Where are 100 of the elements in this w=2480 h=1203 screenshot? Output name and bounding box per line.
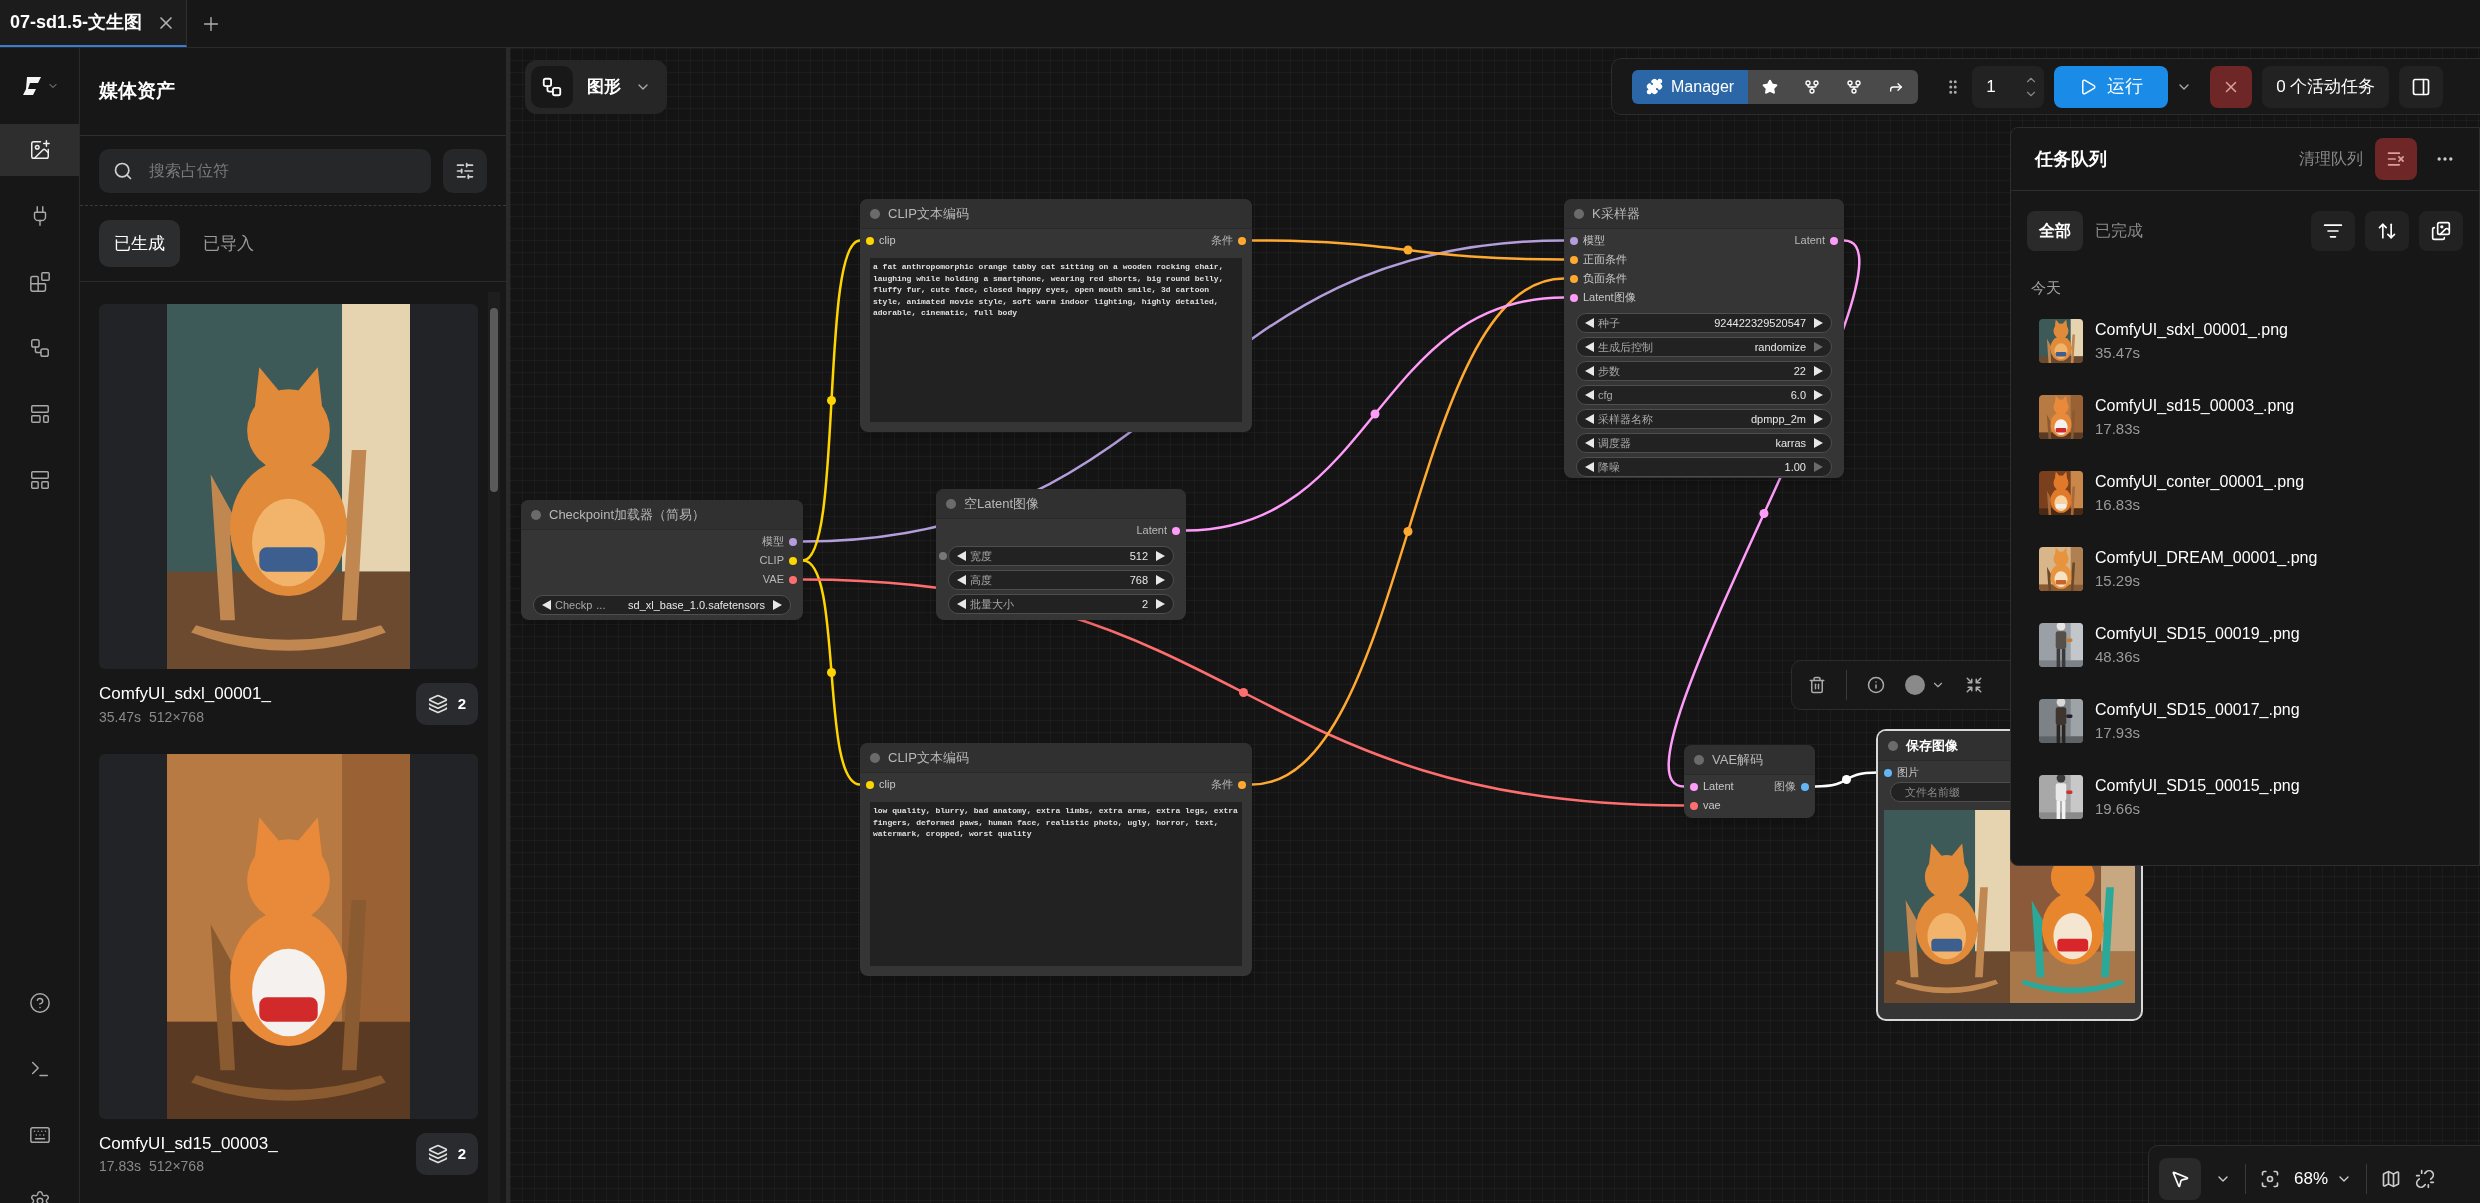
node-card[interactable]: 空Latent图像 Latent 宽度 512 高度 768 批量大小 2	[936, 489, 1186, 620]
node-card[interactable]: Checkpoint加载器（简易） 模型 CLIP VAE Checkp ... sd_xl_base_1.0.safetensors	[521, 500, 803, 620]
zoom-button[interactable]: 68%	[2294, 1158, 2353, 1200]
batch-count-field[interactable]: 1	[1972, 65, 2045, 108]
sort-button[interactable]	[2365, 211, 2409, 251]
panel-tab[interactable]: 已生成	[99, 220, 180, 267]
widget-socket-icon[interactable]	[939, 552, 947, 560]
node-card[interactable]: CLIP文本编码 clip 条件 low quality, blurry, bad anatomy, extra limbs, extra arms, extra legs, extra fingers, deformed paws, human face, realistic photo, ugly, horror, text, watermark, cropped, worst quality	[860, 743, 1252, 976]
manager-button[interactable]: Manager	[1632, 69, 1749, 104]
scrollbar[interactable]	[488, 292, 500, 1203]
node-header[interactable]: Checkpoint加载器（简易）	[521, 500, 803, 530]
trash-icon[interactable]	[1808, 676, 1826, 694]
panel-tab[interactable]: 已导入	[188, 220, 269, 267]
run-button[interactable]: 运行	[2054, 65, 2169, 108]
increment-arrow-icon[interactable]	[1814, 390, 1823, 400]
output-socket[interactable]	[1801, 782, 1809, 791]
info-icon[interactable]	[1867, 676, 1885, 694]
decrement-arrow-icon[interactable]	[1585, 390, 1594, 400]
input-socket[interactable]	[1690, 801, 1698, 810]
output-socket[interactable]	[789, 537, 797, 546]
sidebar-tab[interactable]	[0, 124, 79, 176]
decrement-arrow-icon[interactable]	[957, 599, 966, 609]
shrink-icon[interactable]	[1965, 676, 1983, 694]
increment-arrow-icon[interactable]	[1156, 599, 1165, 609]
increment-arrow-icon[interactable]	[1156, 575, 1165, 585]
stack-count-button[interactable]: 2	[415, 1132, 478, 1175]
fork-icon[interactable]	[1804, 78, 1821, 95]
value-stepper[interactable]: cfg 6.0	[1576, 385, 1832, 405]
value-stepper[interactable]: 宽度 512	[948, 546, 1174, 566]
map-icon[interactable]	[2381, 1169, 2402, 1189]
increment-arrow-icon[interactable]	[1814, 318, 1823, 328]
queue-tab[interactable]: 全部	[2027, 211, 2083, 251]
node-card[interactable]	[860, 199, 1252, 432]
decrement-arrow-icon[interactable]	[1585, 318, 1594, 328]
decrement-arrow-icon[interactable]	[1585, 462, 1594, 472]
queue-item[interactable]: ComfyUI_SD15_00019_.png 48.36s	[2039, 607, 2479, 683]
input-socket[interactable]	[1570, 236, 1578, 245]
decrement-arrow-icon[interactable]	[1585, 414, 1594, 424]
queue-item[interactable]: ComfyUI_sdxl_00001_.png 35.47s	[2039, 303, 2479, 379]
queue-item[interactable]: ComfyUI_sd15_00003_.png 17.83s	[2039, 379, 2479, 455]
value-stepper[interactable]: 高度 768	[948, 570, 1174, 590]
node-header[interactable]: VAE解码	[1684, 745, 1815, 775]
media-card[interactable]	[99, 304, 478, 669]
decrement-arrow-icon[interactable]	[1585, 366, 1594, 376]
input-socket[interactable]	[1690, 782, 1698, 791]
input-socket[interactable]	[1570, 274, 1578, 283]
filter-button[interactable]	[2311, 211, 2355, 251]
active-tasks-button[interactable]: 0 个活动任务	[2262, 65, 2390, 108]
color-picker[interactable]	[1905, 675, 1945, 695]
workflow-tab[interactable]: 07-sd1.5-文生图	[0, 0, 188, 47]
logo-icon[interactable]	[20, 75, 43, 97]
value-stepper[interactable]: 生成后控制 randomize	[1576, 337, 1832, 357]
value-stepper[interactable]: 步数 22	[1576, 361, 1832, 381]
increment-arrow-icon[interactable]	[1814, 366, 1823, 376]
node-card[interactable]: VAE解码 Latent 图像 vae	[1684, 745, 1815, 818]
increment-arrow-icon[interactable]	[1814, 438, 1823, 448]
filter-button[interactable]	[443, 148, 487, 193]
output-socket[interactable]	[789, 575, 797, 584]
select-tool-button[interactable]	[2159, 1158, 2201, 1200]
node-card[interactable]: K采样器 模型 Latent 正面条件 负面条件 Latent图像 种子 924422329520547 生成后控制 randomize 步数 22 cfg 6.0 采样器名称 dpmpp_2m 调度器 karras 降噪 1.00	[1564, 199, 1844, 478]
output-socket[interactable]	[789, 556, 797, 565]
value-stepper[interactable]: 批量大小 2	[948, 594, 1174, 614]
queue-tab[interactable]: 已完成	[2083, 211, 2155, 251]
queue-item[interactable]: ComfyUI_conter_00001_.png 16.83s	[2039, 455, 2479, 531]
decrement-arrow-icon[interactable]	[1585, 342, 1594, 352]
clear-queue-button[interactable]	[2375, 138, 2417, 180]
input-socket[interactable]	[866, 780, 874, 789]
input-socket[interactable]	[1570, 255, 1578, 264]
value-stepper[interactable]: 种子 924422329520547	[1576, 313, 1832, 333]
output-socket[interactable]	[1238, 780, 1246, 789]
cancel-button[interactable]	[2210, 65, 2253, 108]
value-stepper[interactable]: 调度器 karras	[1576, 433, 1832, 453]
prompt-textarea[interactable]: low quality, blurry, bad anatomy, extra limbs, extra arms, extra legs, extra fingers, deformed paws, human face, realistic photo, ugly, horror, text, watermark, cropped, worst quality	[870, 802, 1242, 966]
increment-arrow-icon[interactable]	[773, 600, 782, 610]
increment-arrow-icon[interactable]	[1156, 551, 1165, 561]
input-socket[interactable]	[866, 236, 874, 245]
decrement-arrow-icon[interactable]	[957, 575, 966, 585]
decrement-arrow-icon[interactable]	[1585, 438, 1594, 448]
node-header[interactable]: K采样器	[1564, 199, 1844, 229]
input-socket[interactable]	[1884, 768, 1892, 777]
prompt-textarea[interactable]: a fat anthropomorphic orange tabby cat sitting on a wooden rocking chair, laughing while holding a smartphone, wearing red shorts, big round belly, fluffy fur, cute face, closed happy eyes, open mouth smile, 3d cartoon style, animated movie style, soft warm indoor lighting, highly detailed, adorable, cinematic, full body	[870, 258, 1242, 422]
stack-count-button[interactable]: 2	[415, 683, 478, 726]
value-stepper[interactable]: 降噪 1.00	[1576, 457, 1832, 477]
gallery-button[interactable]	[2419, 211, 2463, 251]
fit-view-icon[interactable]	[2260, 1169, 2280, 1189]
media-card[interactable]	[99, 753, 478, 1119]
decrement-arrow-icon[interactable]	[957, 551, 966, 561]
increment-arrow-icon[interactable]	[1814, 414, 1823, 424]
unlink-icon[interactable]	[2415, 1169, 2436, 1189]
decrement-arrow-icon[interactable]	[542, 600, 551, 610]
output-socket[interactable]	[1830, 236, 1838, 245]
connection-wire[interactable]	[1252, 239, 1564, 261]
node-header[interactable]: 空Latent图像	[936, 489, 1186, 519]
mode-switcher[interactable]: 图形	[525, 60, 667, 114]
output-socket[interactable]	[1238, 236, 1246, 245]
fork-icon[interactable]	[1846, 78, 1863, 95]
node-header[interactable]: CLIP文本编码	[860, 743, 1252, 773]
output-socket[interactable]	[1172, 526, 1180, 535]
value-stepper[interactable]: Checkp ... sd_xl_base_1.0.safetensors	[533, 595, 791, 615]
queue-item[interactable]: ComfyUI_DREAM_00001_.png 15.29s	[2039, 531, 2479, 607]
